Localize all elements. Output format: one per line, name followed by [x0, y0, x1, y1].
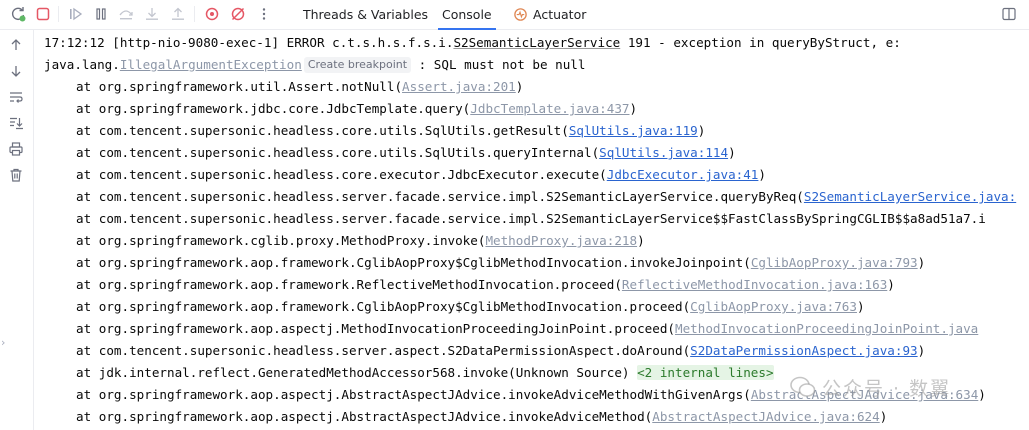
- soft-wrap-icon[interactable]: [6, 87, 26, 107]
- frame-method: at com.tencent.supersonic.headless.core.…: [76, 123, 569, 138]
- source-file-link[interactable]: SqlUtils.java:119: [569, 123, 698, 138]
- stack-frame-line: at org.springframework.aop.framework.Cgl…: [44, 252, 925, 274]
- frame-method: at org.springframework.cglib.proxy.Metho…: [76, 233, 486, 248]
- source-file-link[interactable]: ReflectiveMethodInvocation.java:163: [622, 277, 887, 292]
- source-file-link[interactable]: CglibAopProxy.java:793: [751, 255, 918, 270]
- stack-frame-line: at org.springframework.aop.framework.Ref…: [44, 274, 895, 296]
- watermark-text: 公众号 · 数翼: [822, 377, 952, 400]
- frame-suffix: ): [917, 255, 926, 270]
- arrow-up-icon[interactable]: [6, 35, 26, 55]
- frame-suffix: ): [515, 79, 524, 94]
- step-over-icon[interactable]: [116, 4, 136, 24]
- source-file-link[interactable]: JdbcExecutor.java:41: [607, 167, 759, 182]
- frame-suffix: ): [917, 343, 926, 358]
- exception-message: : SQL must not be null: [411, 57, 586, 72]
- frame-method: at jdk.internal.reflect.GeneratedMethodA…: [76, 365, 638, 380]
- pause-icon[interactable]: [91, 4, 111, 24]
- wechat-icon: [790, 376, 816, 397]
- log-header: 17:12:12 [http-nio-9080-exec-1] ERROR c.…: [44, 35, 454, 50]
- source-file-link[interactable]: S2DataPermissionAspect.java:93: [690, 343, 917, 358]
- source-file-link[interactable]: SqlUtils.java:114: [599, 145, 728, 160]
- stack-frame-line: at com.tencent.supersonic.headless.core.…: [44, 120, 705, 142]
- watermark: 公众号 · 数翼: [790, 373, 951, 401]
- layout-icon[interactable]: [999, 4, 1019, 24]
- console-sidebar: [0, 30, 34, 430]
- exception-class-link[interactable]: IllegalArgumentException: [120, 57, 302, 72]
- frame-method: at com.tencent.supersonic.headless.core.…: [76, 145, 600, 160]
- tab-label: Console: [442, 7, 492, 22]
- resume-icon[interactable]: [66, 4, 86, 24]
- view-breakpoints-icon[interactable]: [202, 4, 222, 24]
- console-exception-line: java.lang.IllegalArgumentException Create…: [44, 54, 585, 76]
- arrow-down-icon[interactable]: [6, 61, 26, 81]
- toolbar-separator: [58, 6, 59, 22]
- stack-frame-line: at org.springframework.aop.aspectj.Abstr…: [44, 406, 887, 428]
- source-file-link[interactable]: CglibAopProxy.java:763: [690, 299, 857, 314]
- console-output: 17:12:12 [http-nio-9080-exec-1] ERROR c.…: [34, 30, 1029, 430]
- tab-label: Actuator: [533, 7, 587, 22]
- class-link[interactable]: S2SemanticLayerService: [453, 35, 620, 50]
- frame-method: at org.springframework.aop.aspectj.Metho…: [76, 321, 675, 336]
- frame-suffix: ): [629, 101, 638, 116]
- frame-suffix: ): [978, 387, 986, 402]
- log-message: 191 - exception in queryByStruct, e:: [620, 35, 901, 50]
- frame-method: at org.springframework.aop.aspectj.Abstr…: [76, 409, 653, 424]
- actuator-icon: [513, 7, 528, 22]
- source-file-link[interactable]: MethodProxy.java:218: [485, 233, 637, 248]
- stack-frame-line: at com.tencent.supersonic.headless.serve…: [44, 208, 986, 230]
- step-out-icon[interactable]: [168, 4, 188, 24]
- folded-lines-badge[interactable]: <2 internal lines>: [637, 365, 774, 380]
- print-icon[interactable]: [6, 139, 26, 159]
- stack-frame-line: at org.springframework.cglib.proxy.Metho…: [44, 230, 645, 252]
- source-file-link[interactable]: AbstractAspectJAdvice.java:624: [652, 409, 879, 424]
- source-file-link[interactable]: JdbcTemplate.java:437: [470, 101, 629, 116]
- frame-suffix: ): [637, 233, 645, 248]
- source-file-link[interactable]: Assert.java:201: [402, 79, 516, 94]
- tab-console[interactable]: Console: [438, 0, 496, 30]
- fold-toggle-icon[interactable]: ›: [1, 336, 5, 349]
- create-breakpoint-button[interactable]: Create breakpoint: [303, 57, 412, 73]
- tab-threads-variables[interactable]: Threads & Variables: [303, 0, 428, 29]
- stack-frame-line: at org.springframework.aop.framework.Cgl…: [44, 296, 865, 318]
- exception-package: java.lang.: [44, 57, 120, 72]
- stack-frame-line: at jdk.internal.reflect.GeneratedMethodA…: [44, 362, 774, 384]
- stop-icon[interactable]: [33, 4, 53, 24]
- more-icon[interactable]: [254, 4, 274, 24]
- trash-icon[interactable]: [6, 165, 26, 185]
- scroll-to-end-icon[interactable]: [6, 113, 26, 133]
- frame-method: at com.tencent.supersonic.headless.serve…: [76, 211, 986, 226]
- frame-method: at com.tencent.supersonic.headless.core.…: [76, 167, 607, 182]
- frame-suffix: ): [887, 277, 895, 292]
- stack-frame-line: at org.springframework.jdbc.core.JdbcTem…: [44, 98, 637, 120]
- stack-frame-line: at org.springframework.aop.aspectj.Metho…: [44, 318, 978, 340]
- debug-toolbar: Threads & Variables Console Actuator: [0, 0, 1029, 30]
- stack-frame-line: at com.tencent.supersonic.headless.serve…: [44, 186, 1016, 208]
- frame-suffix: ): [879, 409, 888, 424]
- step-into-icon[interactable]: [142, 4, 162, 24]
- frame-method: at org.springframework.util.Assert.notNu…: [76, 79, 403, 94]
- rerun-icon[interactable]: [8, 4, 28, 24]
- stack-frame-line: at com.tencent.supersonic.headless.serve…: [44, 340, 925, 362]
- frame-method: at org.springframework.aop.framework.Ref…: [76, 277, 622, 292]
- mute-breakpoints-icon[interactable]: [228, 4, 248, 24]
- frame-suffix: ): [697, 123, 706, 138]
- frame-method: at com.tencent.supersonic.headless.serve…: [76, 343, 691, 358]
- source-file-link[interactable]: MethodInvocationProceedingJoinPoint.java: [675, 321, 978, 336]
- tab-label: Threads & Variables: [303, 7, 429, 22]
- frame-suffix: ): [728, 145, 736, 160]
- toolbar-separator: [194, 6, 195, 22]
- stack-frame-line: at org.springframework.util.Assert.notNu…: [44, 76, 523, 98]
- frame-method: at org.springframework.aop.aspectj.Abstr…: [76, 387, 751, 402]
- source-file-link[interactable]: S2SemanticLayerService.java:: [804, 189, 1016, 204]
- frame-suffix: ): [758, 167, 766, 182]
- frame-method: at org.springframework.aop.framework.Cgl…: [76, 255, 751, 270]
- console-error-line: 17:12:12 [http-nio-9080-exec-1] ERROR c.…: [44, 32, 901, 54]
- frame-method: at org.springframework.aop.framework.Cgl…: [76, 299, 691, 314]
- frame-suffix: ): [856, 299, 865, 314]
- stack-frame-line: at com.tencent.supersonic.headless.core.…: [44, 164, 766, 186]
- frame-method: at com.tencent.supersonic.headless.serve…: [76, 189, 804, 204]
- stack-frame-line: at com.tencent.supersonic.headless.core.…: [44, 142, 736, 164]
- tab-actuator[interactable]: Actuator: [513, 0, 586, 29]
- frame-method: at org.springframework.jdbc.core.JdbcTem…: [76, 101, 471, 116]
